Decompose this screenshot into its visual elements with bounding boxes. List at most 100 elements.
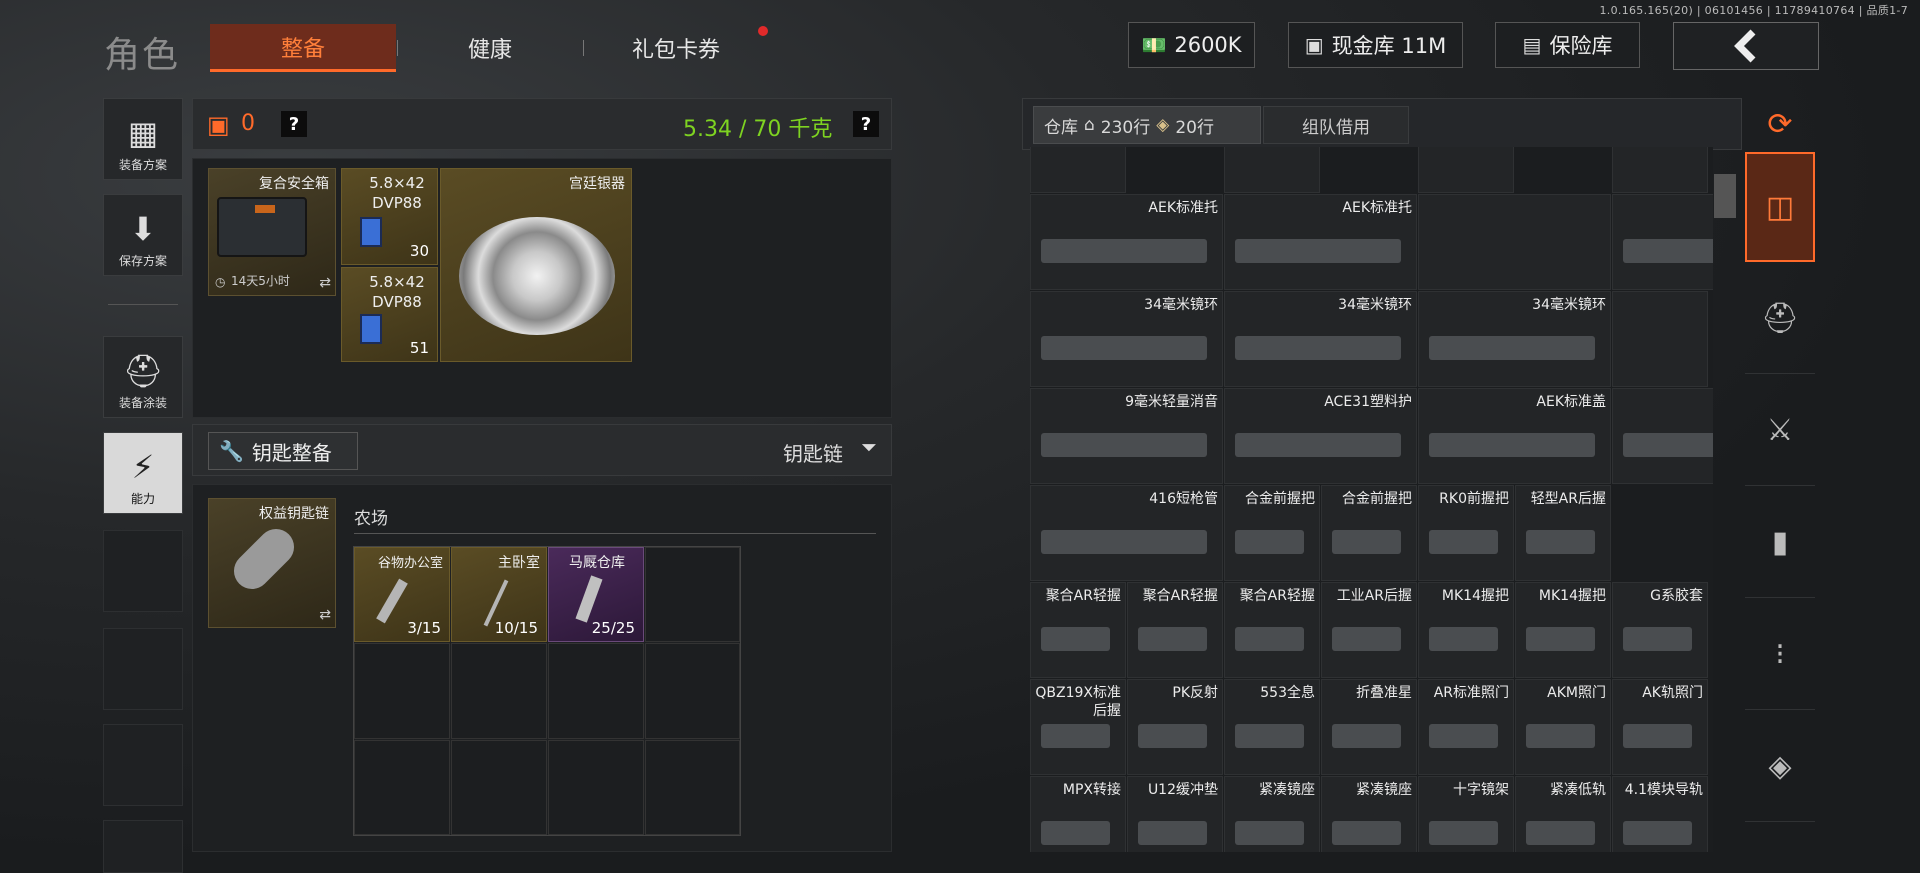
- item-image: [1623, 239, 1713, 263]
- keychain-dropdown-label[interactable]: 钥匙链: [783, 438, 843, 467]
- warehouse-item[interactable]: U12缓冲垫: [1127, 776, 1223, 852]
- warehouse-item[interactable]: 4.1模块导轨: [1612, 776, 1708, 852]
- save-plan-label: 保存方案: [118, 254, 167, 268]
- warehouse-item[interactable]: AK轨照门: [1612, 679, 1708, 775]
- swap-icon[interactable]: ⇄: [319, 607, 331, 623]
- warehouse-item[interactable]: AR标准照门: [1418, 679, 1514, 775]
- warehouse-item[interactable]: G系胶套: [1612, 582, 1708, 678]
- key-empty-cell[interactable]: [548, 740, 644, 835]
- category-magazine-icon[interactable]: ▮: [1745, 488, 1815, 598]
- warehouse-item[interactable]: 34毫米镜环: [1030, 291, 1223, 387]
- warehouse-item[interactable]: 34毫米镜环: [1612, 194, 1713, 290]
- help-icon[interactable]: ?: [281, 111, 307, 137]
- warehouse-item[interactable]: 紧凑镜座: [1321, 776, 1417, 852]
- save-plan-button[interactable]: ⬇ 保存方案: [103, 194, 183, 276]
- key-empty-cell[interactable]: [645, 643, 740, 739]
- ability-button[interactable]: ⚡ 能力: [103, 432, 183, 514]
- category-attachment-icon[interactable]: ◈: [1745, 712, 1815, 822]
- paint-button[interactable]: ⛑ 装备涂装: [103, 336, 183, 418]
- warehouse-item[interactable]: 34毫米镜环: [1418, 291, 1611, 387]
- warehouse-item[interactable]: 聚合AR轻握: [1127, 582, 1223, 678]
- warehouse-item[interactable]: [1224, 147, 1320, 193]
- warehouse-tab[interactable]: 仓库 ⌂ 230行 ◈ 20行: [1033, 106, 1261, 144]
- warehouse-item[interactable]: 聚合AR轻握: [1224, 582, 1320, 678]
- safe-box-slot[interactable]: 复合安全箱 ◷ 14天5小时 ⇄: [208, 168, 336, 296]
- warehouse-item[interactable]: 34毫米镜环: [1224, 291, 1417, 387]
- key-slot-office[interactable]: 谷物办公室 3/15: [354, 547, 450, 642]
- warehouse-item[interactable]: MPX转接: [1030, 776, 1126, 852]
- tab-loadout[interactable]: 整备: [210, 24, 396, 72]
- warehouse-item[interactable]: 紧凑低轨: [1515, 776, 1611, 852]
- warehouse-item[interactable]: 9毫米轻量消音: [1030, 388, 1223, 484]
- loadout-plan-button[interactable]: ▦ 装备方案: [103, 98, 183, 180]
- warehouse-item-name: 合金前握把: [1245, 491, 1315, 507]
- warehouse-grid[interactable]: AEK标准托 AEK标准托 34毫米镜环 34毫米镜环 34毫米镜环 34毫米镜环 9毫米轻…: [1030, 147, 1713, 852]
- cash-display[interactable]: 💵 2600K: [1128, 22, 1255, 68]
- ammo-2-count: 51: [409, 339, 429, 357]
- key-empty-cell[interactable]: [548, 643, 644, 739]
- cash-vault-button[interactable]: ▣ 现金库 11M: [1288, 22, 1463, 68]
- warehouse-item[interactable]: AEK标准盖: [1612, 388, 1713, 484]
- warehouse-item[interactable]: 紧凑镜座: [1224, 776, 1320, 852]
- warehouse-item[interactable]: [1612, 147, 1708, 193]
- key-empty-cell[interactable]: [451, 643, 547, 739]
- warehouse-item[interactable]: ACE31塑料护: [1224, 388, 1417, 484]
- swap-icon[interactable]: ⇄: [319, 275, 331, 291]
- warehouse-item[interactable]: AEK标准托: [1030, 194, 1223, 290]
- warehouse-item[interactable]: 轻型AR后握: [1515, 485, 1611, 581]
- empty-slot: [103, 820, 183, 873]
- warehouse-item[interactable]: [1418, 147, 1514, 193]
- tab-divider: [583, 40, 584, 56]
- warehouse-item[interactable]: [1418, 194, 1611, 290]
- key-empty-cell[interactable]: [645, 547, 740, 642]
- chevron-down-icon[interactable]: ⏷: [861, 435, 877, 459]
- category-armor-icon[interactable]: ⛑: [1745, 264, 1815, 374]
- key-slot-stable-storage[interactable]: 马厩仓库 25/25: [548, 547, 644, 642]
- warehouse-item[interactable]: 合金前握把: [1224, 485, 1320, 581]
- ammo-slot-1[interactable]: 5.8×42 DVP88 30: [341, 168, 438, 265]
- tab-gift-coupons[interactable]: 礼包卡券: [586, 24, 766, 72]
- key-empty-cell[interactable]: [354, 643, 450, 739]
- warehouse-item[interactable]: 416短枪管: [1030, 485, 1223, 581]
- warehouse-item[interactable]: [1030, 147, 1126, 193]
- sort-stack-icon[interactable]: ⟳: [1745, 98, 1815, 150]
- item-image: [1041, 336, 1207, 360]
- keychain-slot[interactable]: 权益钥匙链 ⇄: [208, 498, 336, 628]
- key-empty-cell[interactable]: [451, 740, 547, 835]
- tab-divider: [397, 40, 398, 56]
- warehouse-tab-label: 仓库: [1044, 117, 1078, 138]
- key-loadout-button[interactable]: 🔧 钥匙整备: [208, 432, 358, 470]
- warehouse-item[interactable]: RK0前握把: [1418, 485, 1514, 581]
- category-rifle-icon[interactable]: ⚔: [1745, 376, 1815, 486]
- team-borrow-tab[interactable]: 组队借用: [1263, 106, 1409, 144]
- ammo-box-icon: [360, 314, 382, 344]
- warehouse-scrollbar-thumb[interactable]: [1714, 174, 1736, 218]
- key-slot-master-bedroom[interactable]: 主卧室 10/15: [451, 547, 547, 642]
- warehouse-item[interactable]: [1612, 291, 1708, 387]
- back-button[interactable]: [1673, 22, 1819, 70]
- item-image: [1429, 821, 1498, 845]
- warehouse-item[interactable]: PK反射: [1127, 679, 1223, 775]
- warehouse-item[interactable]: 折叠准星: [1321, 679, 1417, 775]
- warehouse-item[interactable]: 553全息: [1224, 679, 1320, 775]
- category-all-icon[interactable]: ◫: [1745, 152, 1815, 262]
- category-ammo-icon[interactable]: ⁝: [1745, 600, 1815, 710]
- key-empty-cell[interactable]: [645, 740, 740, 835]
- warehouse-item[interactable]: AKM照门: [1515, 679, 1611, 775]
- warehouse-item[interactable]: AEK标准盖: [1418, 388, 1611, 484]
- warehouse-item[interactable]: AEK标准托: [1224, 194, 1417, 290]
- safe-vault-button[interactable]: ▤ 保险库: [1495, 22, 1640, 68]
- warehouse-item[interactable]: 十字镜架: [1418, 776, 1514, 852]
- warehouse-item[interactable]: 工业AR后握: [1321, 582, 1417, 678]
- safe-box-timer: 14天5小时: [231, 274, 290, 288]
- warehouse-item[interactable]: QBZ19X标准后握: [1030, 679, 1126, 775]
- warehouse-item[interactable]: 合金前握把: [1321, 485, 1417, 581]
- key-empty-cell[interactable]: [354, 740, 450, 835]
- warehouse-item[interactable]: MK14握把: [1515, 582, 1611, 678]
- tab-health[interactable]: 健康: [400, 24, 580, 72]
- warehouse-item[interactable]: 聚合AR轻握: [1030, 582, 1126, 678]
- ammo-slot-2[interactable]: 5.8×42 DVP88 51: [341, 267, 438, 362]
- weight-help-icon[interactable]: ?: [853, 111, 879, 137]
- warehouse-item[interactable]: MK14握把: [1418, 582, 1514, 678]
- silverware-slot[interactable]: 宫廷银器: [440, 168, 632, 362]
